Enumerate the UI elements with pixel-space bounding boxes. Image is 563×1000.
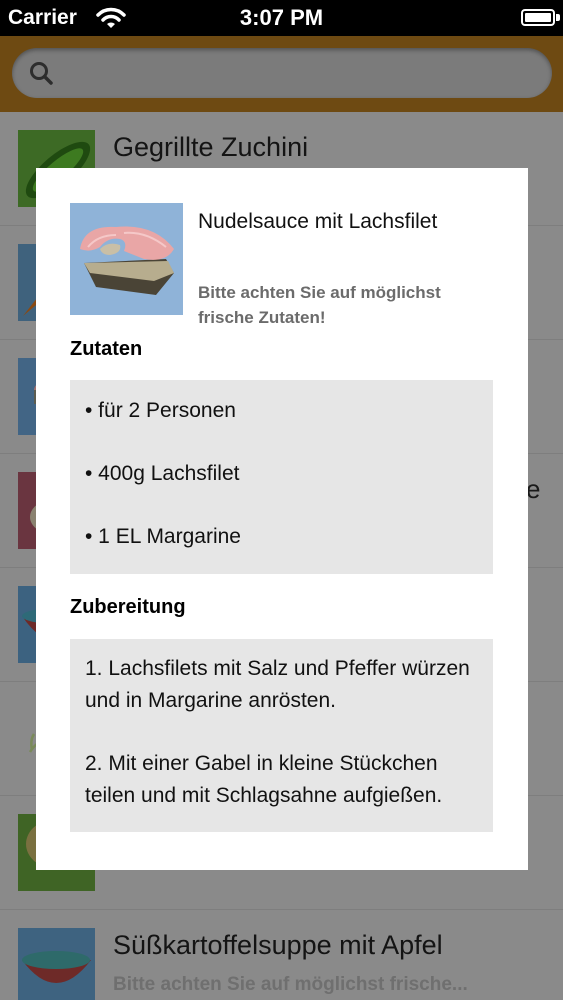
search-bar — [0, 36, 563, 112]
preparation-heading: Zubereitung — [70, 596, 186, 618]
status-bar: Carrier 3:07 PM — [0, 0, 563, 36]
soup-bowl-image — [18, 928, 95, 1000]
preparation-step: 1. Lachsfilets mit Salz und Pfeffer würz… — [85, 657, 470, 712]
clock: 3:07 PM — [239, 5, 324, 30]
ingredient-item: • 400g Lachsfilet — [85, 462, 240, 485]
recipe-title: Nudelsauce mit Lachsfilet — [198, 210, 438, 233]
recipe-note: Bitte achten Sie auf möglichst frische Z… — [198, 283, 441, 327]
search-input[interactable] — [12, 48, 552, 98]
preparation-step: 2. Mit einer Gabel in kleine Stückchen t… — [85, 752, 443, 807]
list-item-subtitle: Bitte achten Sie auf möglichst frische..… — [113, 974, 468, 995]
battery-icon — [521, 9, 555, 26]
ingredient-item: • 1 EL Margarine — [85, 525, 241, 548]
recipe-detail-popup[interactable]: Nudelsauce mit Lachsfilet Bitte achten S… — [36, 168, 528, 870]
ingredients-box: • für 2 Personen • 400g Lachsfilet • 1 E… — [70, 380, 493, 574]
salmon-fillet-image — [70, 203, 183, 315]
ingredients-heading: Zutaten — [70, 338, 143, 360]
ingredient-item: • für 2 Personen — [85, 399, 236, 422]
list-item[interactable]: Süßkartoffelsuppe mit Apfel Bitte achten… — [0, 910, 563, 1000]
list-item-title-fragment: e — [526, 474, 541, 504]
list-item-title: Süßkartoffelsuppe mit Apfel — [113, 930, 443, 960]
list-item-title: Gegrillte Zuchini — [113, 132, 309, 162]
preparation-box[interactable]: 1. Lachsfilets mit Salz und Pfeffer würz… — [70, 639, 493, 832]
search-icon — [30, 62, 53, 85]
battery-tip — [556, 14, 560, 21]
